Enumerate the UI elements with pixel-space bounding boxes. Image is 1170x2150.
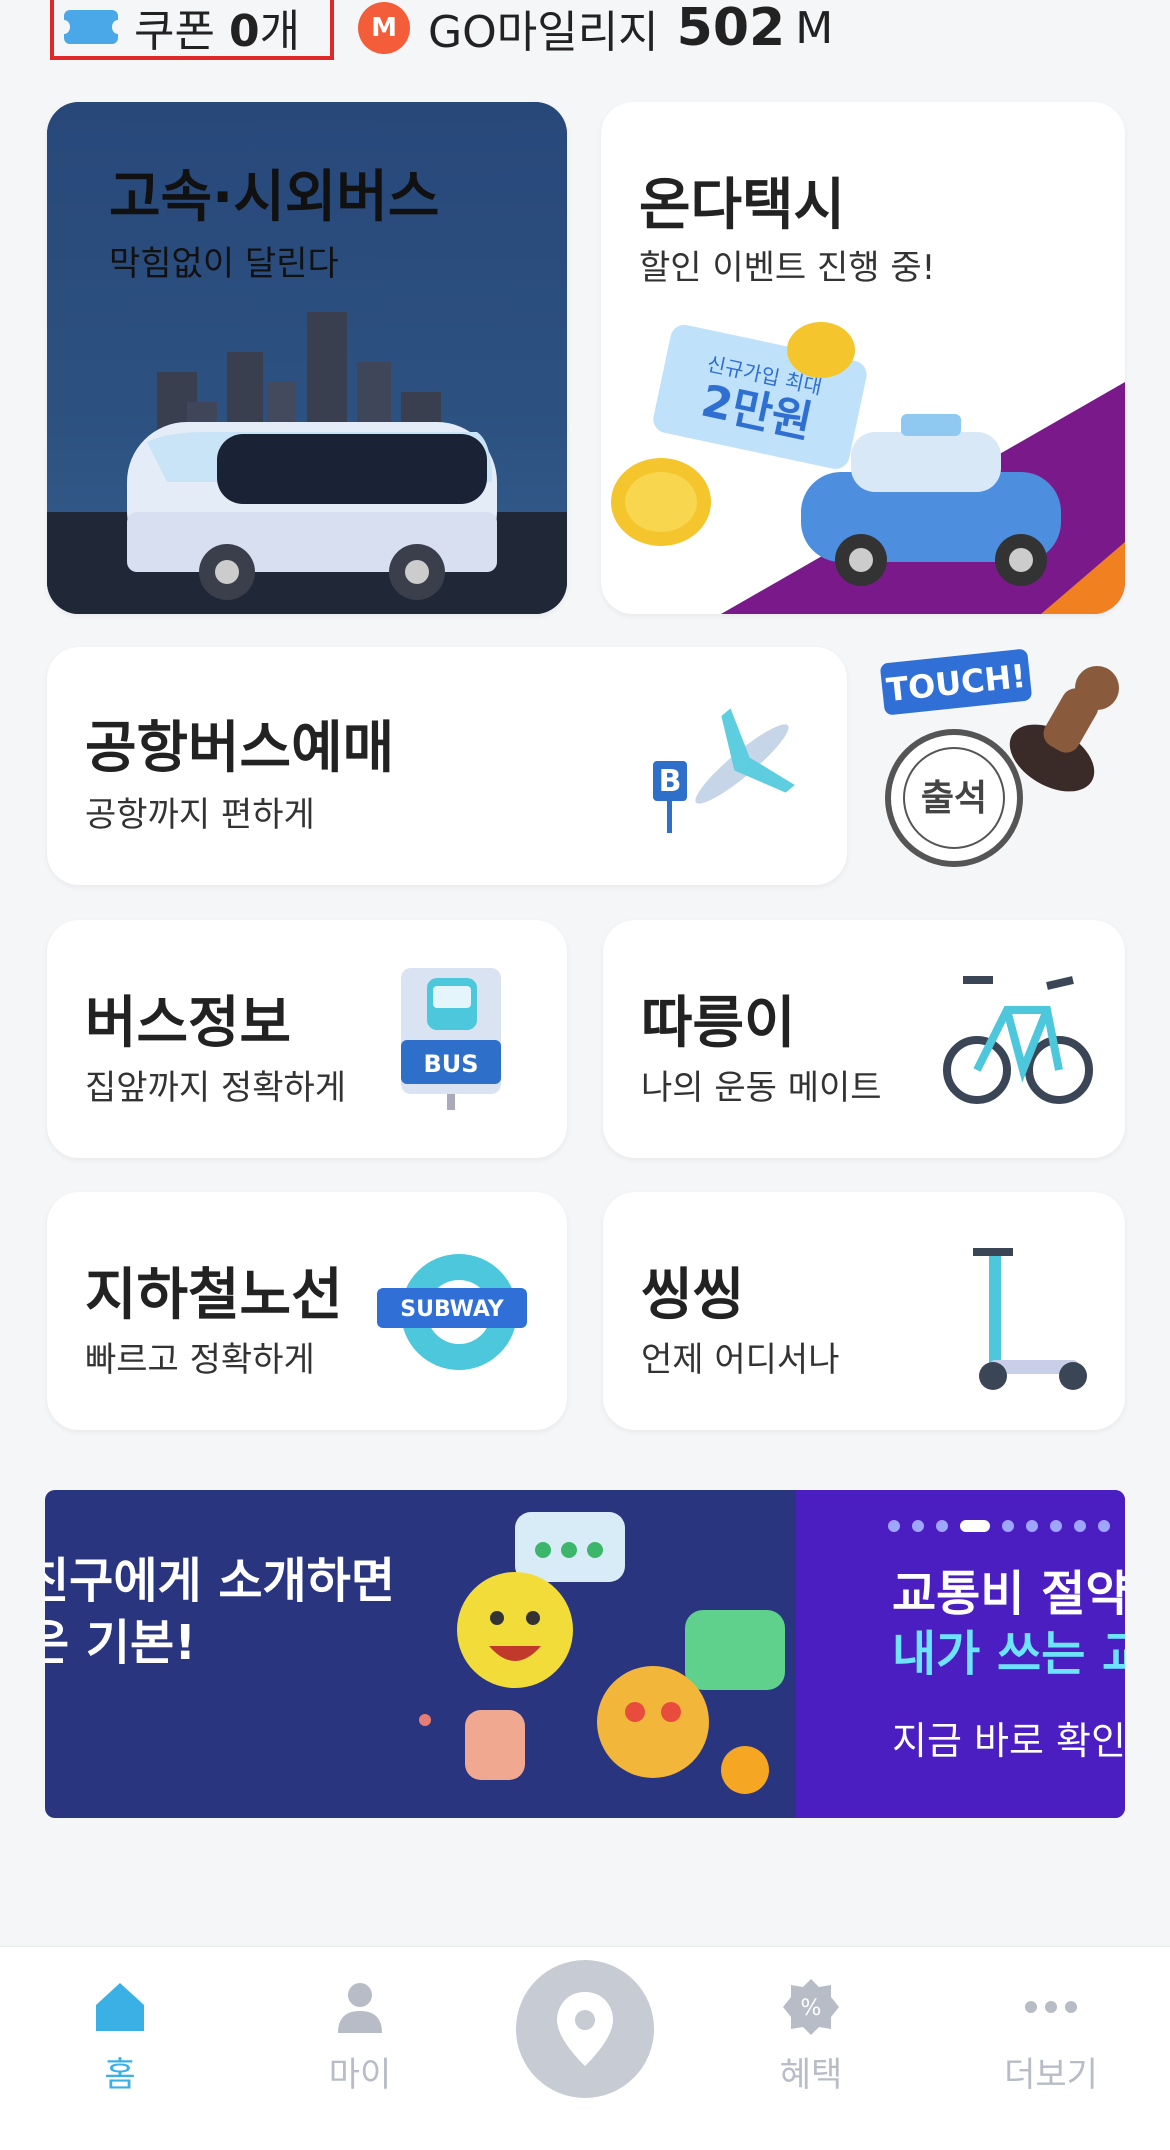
home-icon xyxy=(96,1983,144,2031)
bus-info-subtitle: 집앞까지 정확하게 xyxy=(85,1068,347,1108)
person-icon xyxy=(338,1983,382,2033)
onda-taxi-card[interactable]: 온다택시 할인 이벤트 진행 중! 신규가입 최대 2만원 xyxy=(601,102,1125,614)
tab-home-label: 홈 xyxy=(104,2055,136,2095)
onda-taxi-subtitle: 할인 이벤트 진행 중! xyxy=(639,248,936,288)
map-pin-icon xyxy=(557,1992,613,2066)
onda-taxi-title: 온다택시 xyxy=(639,173,846,238)
location-map-button[interactable] xyxy=(516,1960,654,2098)
airplane-icon: B xyxy=(653,708,795,833)
bus-stop-icon: BUS xyxy=(401,968,501,1110)
bicycle-icon xyxy=(943,976,1093,1104)
svg-text:출석: 출석 xyxy=(921,778,987,819)
scooter-icon xyxy=(973,1248,1087,1390)
top-bar: 쿠폰 0개 M GO마일리지 502 M xyxy=(0,0,1170,70)
tab-home[interactable]: 홈 xyxy=(40,1977,200,2117)
discount-badge-icon: % xyxy=(783,1979,839,2035)
coupon-count: 0 xyxy=(228,6,260,57)
mileage-unit: M xyxy=(795,2,834,54)
tab-benefit-label: 혜택 xyxy=(779,2055,843,2095)
coupon-unit: 개 xyxy=(259,6,301,57)
subway-card[interactable]: 지하철노선 빠르고 정확하게 SUBWAY xyxy=(47,1192,567,1430)
bus-info-title: 버스정보 xyxy=(85,991,292,1056)
carousel-indicator xyxy=(888,1520,1110,1532)
mileage-icon: M xyxy=(358,2,410,54)
svg-text:%: % xyxy=(801,1996,822,2021)
banner-right-line2: 내가 쓰는 교통 xyxy=(892,1626,1125,1682)
express-bus-title: 고속·시외버스 xyxy=(109,165,440,230)
scooter-card[interactable]: 씽씽 언제 어디서나 xyxy=(603,1192,1125,1430)
banner-traffic-savings: 교통비 절약 꿀 내가 쓰는 교통 지금 바로 확인하기 xyxy=(796,1490,1125,1818)
coupon-button[interactable]: 쿠폰 0개 xyxy=(50,0,334,60)
attendance-stamp-button[interactable]: TOUCH! 출석 xyxy=(872,648,1132,888)
taxi-illustration: 신규가입 최대 2만원 xyxy=(611,322,1125,614)
tab-my-label: 마이 xyxy=(328,2055,392,2095)
svg-text:B: B xyxy=(659,764,682,799)
subway-icon: SUBWAY xyxy=(377,1254,527,1370)
promo-banner-carousel[interactable]: 친구에게 소개하면 은 기본! 교통비 절약 꿀 내가 쓰는 교통 지금 바로 … xyxy=(45,1490,1125,1818)
airport-bus-card[interactable]: 공항버스예매 공항까지 편하게 B xyxy=(47,647,847,885)
banner-right-line3: 지금 바로 확인하기 xyxy=(892,1719,1125,1763)
mileage-label: GO마일리지 xyxy=(428,7,659,58)
coupon-label: 쿠폰 xyxy=(134,6,215,57)
svg-text:BUS: BUS xyxy=(423,1050,478,1078)
mileage-button[interactable]: M GO마일리지 502 M xyxy=(358,0,834,58)
airport-bus-subtitle: 공항까지 편하게 xyxy=(85,795,315,835)
bus-illustration xyxy=(127,422,497,600)
tab-benefit[interactable]: % 혜택 xyxy=(731,1977,891,2117)
mileage-value: 502 xyxy=(676,0,786,58)
tab-my[interactable]: 마이 xyxy=(280,1977,440,2117)
subway-title: 지하철노선 xyxy=(85,1263,343,1328)
bike-subtitle: 나의 운동 메이트 xyxy=(641,1068,882,1108)
banner-invite-text: 친구에게 소개하면 은 기본! xyxy=(45,1553,395,1671)
more-dots-icon xyxy=(1025,2001,1077,2013)
scooter-subtitle: 언제 어디서나 xyxy=(641,1340,840,1380)
tab-more[interactable]: 더보기 xyxy=(971,1977,1131,2117)
bus-info-card[interactable]: 버스정보 집앞까지 정확하게 BUS xyxy=(47,920,567,1158)
bike-title: 따릉이 xyxy=(641,991,796,1056)
airport-bus-title: 공항버스예매 xyxy=(85,716,395,781)
subway-subtitle: 빠르고 정확하게 xyxy=(85,1340,315,1380)
express-bus-card[interactable]: 고속·시외버스 막힘없이 달린다 xyxy=(47,102,567,614)
bike-card[interactable]: 따릉이 나의 운동 메이트 xyxy=(603,920,1125,1158)
express-bus-subtitle: 막힘없이 달린다 xyxy=(109,244,339,284)
emoji-illustration xyxy=(419,1512,785,1794)
svg-text:SUBWAY: SUBWAY xyxy=(400,1297,504,1322)
tab-more-label: 더보기 xyxy=(1004,2055,1098,2095)
ticket-icon xyxy=(58,10,124,44)
scooter-title: 씽씽 xyxy=(641,1263,745,1328)
